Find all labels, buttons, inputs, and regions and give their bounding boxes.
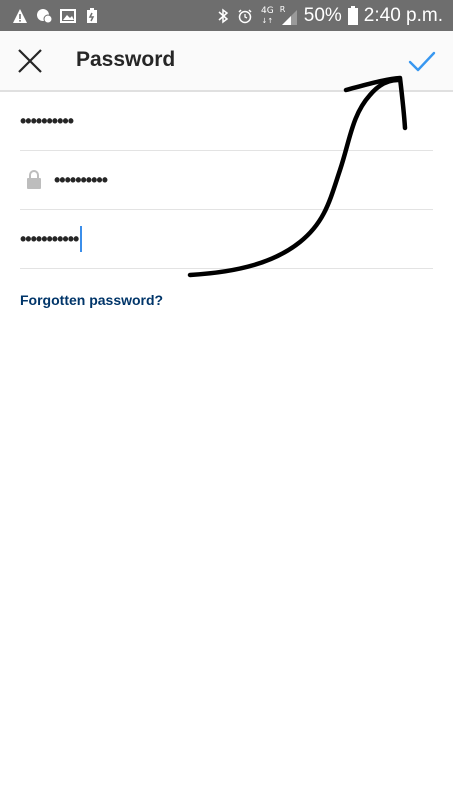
password-form: •••••••••• •••••••••• ••••••••••• bbox=[20, 92, 433, 269]
battery-percent: 50% bbox=[303, 5, 342, 26]
screen: 4G ↓↑ R 50% 2:40 p.m. Password •••••••••… bbox=[0, 0, 453, 805]
battery-icon bbox=[347, 5, 358, 25]
status-bar: 4G ↓↑ R 50% 2:40 p.m. bbox=[0, 0, 453, 31]
alarm-icon bbox=[238, 9, 252, 24]
text-cursor bbox=[80, 226, 83, 252]
battery-saver-icon bbox=[87, 8, 97, 23]
warning-icon bbox=[13, 9, 27, 23]
page-title: Password bbox=[76, 48, 176, 71]
status-bar-notifications bbox=[12, 6, 100, 26]
signal-icon bbox=[281, 10, 297, 25]
confirm-password-field[interactable]: ••••••••••• bbox=[20, 210, 433, 269]
network-indicator: 4G ↓↑ bbox=[261, 6, 274, 26]
current-password-field[interactable]: •••••••••• bbox=[20, 92, 433, 151]
bluetooth-icon bbox=[218, 8, 229, 24]
forgot-password-link[interactable]: Forgotten password? bbox=[20, 292, 163, 308]
network-type: 4G bbox=[261, 6, 274, 16]
lock-icon bbox=[27, 170, 41, 189]
image-icon bbox=[60, 9, 76, 23]
new-password-value: •••••••••• bbox=[54, 170, 108, 190]
confirm-password-value: ••••••••••• bbox=[20, 229, 79, 249]
chat-bubble-icon bbox=[37, 9, 52, 24]
close-icon[interactable] bbox=[14, 45, 46, 77]
current-password-value: •••••••••• bbox=[20, 111, 74, 131]
signal-indicator: R bbox=[280, 5, 298, 25]
clock: 2:40 p.m. bbox=[363, 5, 443, 26]
data-arrows: ↓↑ bbox=[261, 17, 274, 25]
new-password-field[interactable]: •••••••••• bbox=[20, 151, 433, 210]
check-icon[interactable] bbox=[407, 47, 437, 77]
status-bar-system: 4G ↓↑ R 50% 2:40 p.m. bbox=[215, 3, 443, 29]
app-bar: Password bbox=[0, 31, 453, 92]
